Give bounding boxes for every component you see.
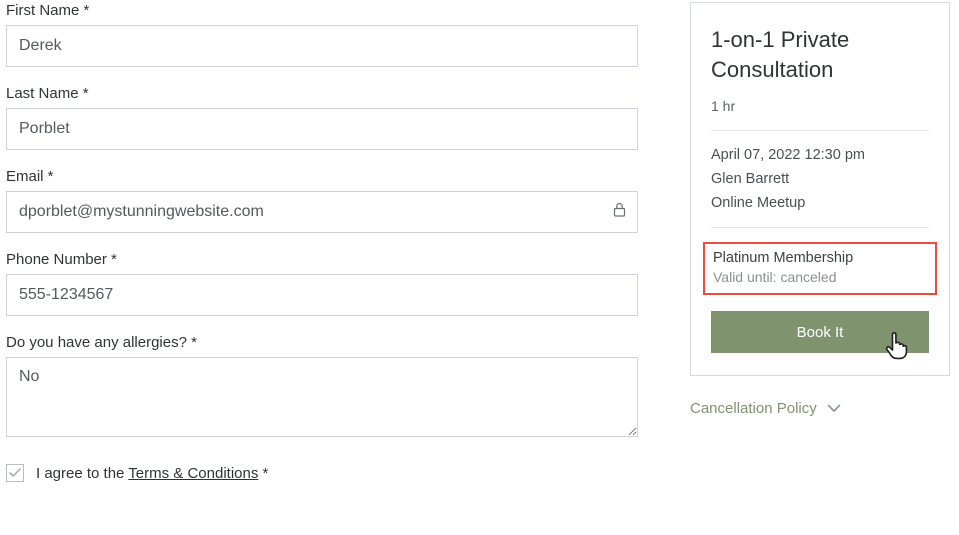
terms-link[interactable]: Terms & Conditions — [128, 465, 258, 482]
book-it-button[interactable]: Book It — [711, 311, 929, 353]
last-name-label: Last Name * — [6, 85, 646, 102]
last-name-input[interactable] — [6, 108, 638, 150]
booking-form: First Name * Last Name * Email * Phone N… — [6, 0, 646, 482]
terms-text: I agree to the Terms & Conditions * — [36, 465, 268, 482]
divider — [711, 130, 929, 131]
cancellation-policy-toggle[interactable]: Cancellation Policy — [690, 400, 950, 417]
divider — [711, 227, 929, 228]
membership-name: Platinum Membership — [713, 250, 927, 266]
booking-summary-card: 1-on-1 Private Consultation 1 hr April 0… — [690, 2, 950, 376]
provider-name: Glen Barrett — [711, 171, 929, 187]
terms-prefix: I agree to the — [36, 465, 128, 482]
allergies-input[interactable] — [6, 357, 638, 437]
membership-validity: Valid until: canceled — [713, 269, 927, 285]
location: Online Meetup — [711, 195, 929, 211]
service-duration: 1 hr — [711, 98, 929, 114]
allergies-label: Do you have any allergies? * — [6, 334, 646, 351]
terms-checkbox[interactable] — [6, 464, 24, 482]
appointment-datetime: April 07, 2022 12:30 pm — [711, 147, 929, 163]
chevron-down-icon — [827, 404, 841, 413]
email-label: Email * — [6, 168, 646, 185]
first-name-input[interactable] — [6, 25, 638, 67]
phone-label: Phone Number * — [6, 251, 646, 268]
email-input[interactable] — [6, 191, 638, 233]
cursor-hand-icon — [883, 331, 909, 365]
book-it-label: Book It — [797, 324, 844, 341]
cancellation-policy-label: Cancellation Policy — [690, 400, 817, 417]
first-name-label: First Name * — [6, 2, 646, 19]
phone-input[interactable] — [6, 274, 638, 316]
service-title: 1-on-1 Private Consultation — [711, 25, 929, 84]
membership-highlight: Platinum Membership Valid until: cancele… — [703, 242, 937, 295]
terms-suffix: * — [258, 465, 268, 482]
